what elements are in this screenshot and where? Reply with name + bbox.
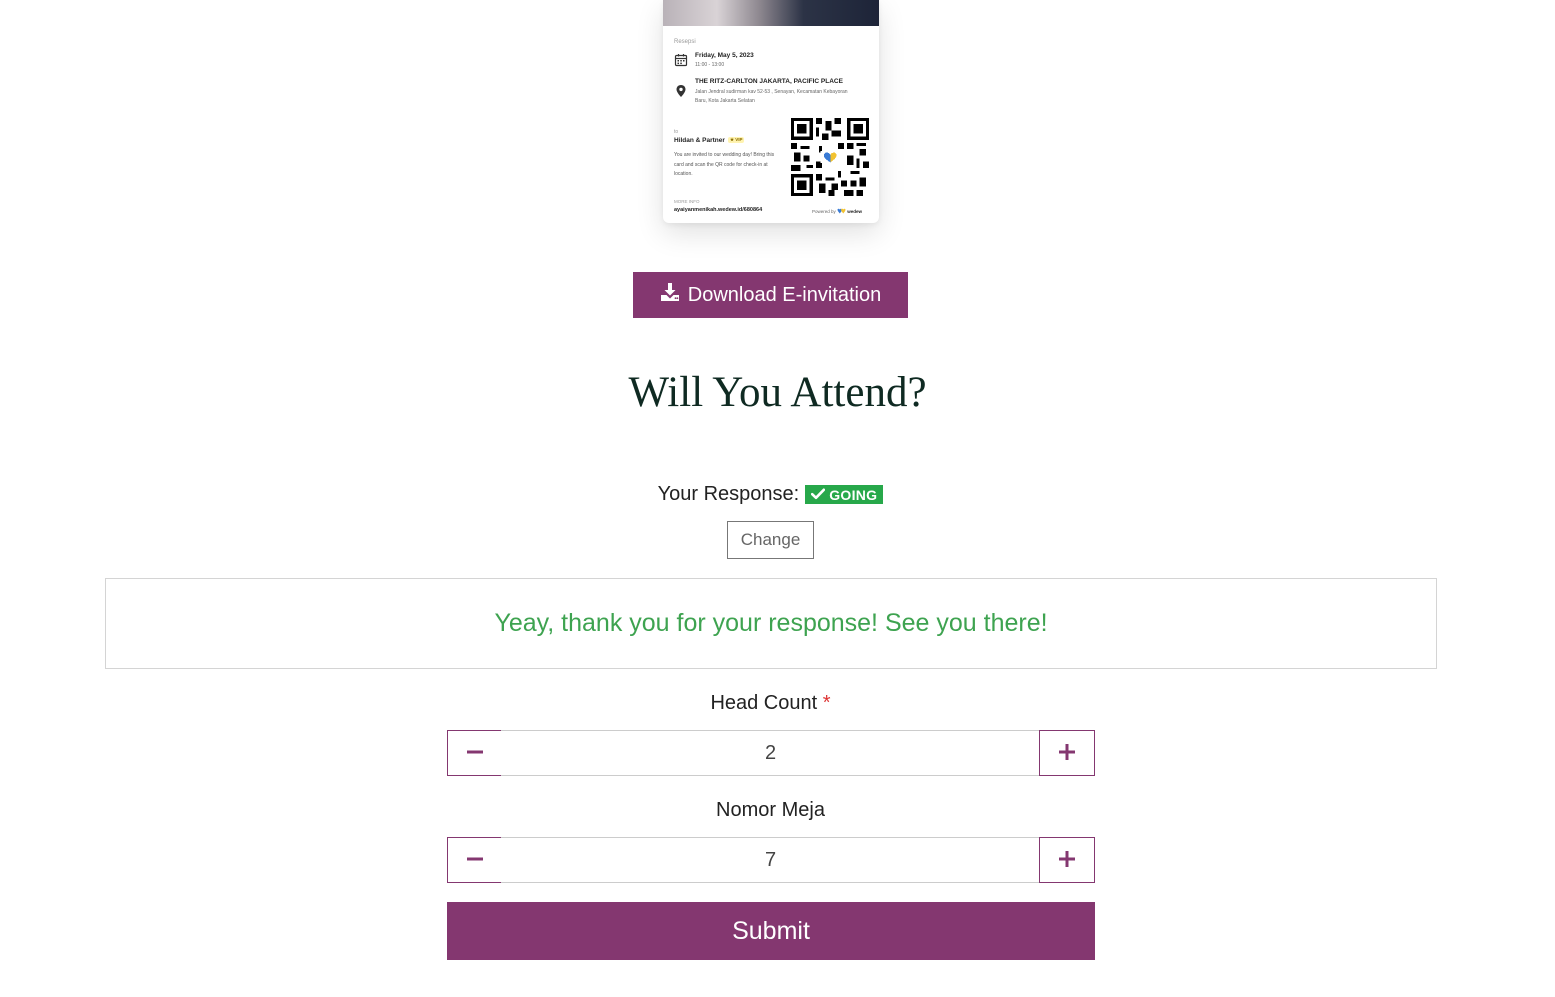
download-button-label: Download E-invitation: [687, 283, 882, 306]
table-number-label-text: Nomor Meja: [716, 799, 825, 821]
vip-badge: ★ VIP: [727, 137, 745, 143]
brand-name: wedew: [847, 209, 863, 214]
invitation-message: You are invited to our wedding day! Brin…: [674, 152, 775, 177]
check-icon: [811, 487, 826, 503]
table-number-label: Nomor Meja: [0, 799, 1541, 822]
download-icon: [660, 282, 680, 308]
guest-name: Hildan & Partner ★ VIP: [674, 137, 745, 144]
head-count-decrement-button[interactable]: [447, 730, 503, 776]
head-count-input[interactable]: [501, 730, 1040, 776]
download-e-invitation-button[interactable]: Download E-invitation: [633, 272, 908, 318]
to-label: to: [674, 129, 679, 135]
calendar-icon: [674, 53, 688, 67]
event-time: 11:00 - 13:00: [695, 62, 725, 68]
couple-photo: [663, 0, 879, 26]
wedew-logo-icon: [837, 208, 846, 214]
guest-name-text: Hildan & Partner: [674, 137, 725, 144]
powered-by-text: Powered by: [812, 209, 836, 214]
qr-code: [791, 118, 869, 196]
thank-you-alert: Yeay, thank you for your response! See y…: [105, 578, 1437, 669]
plus-icon: [1058, 743, 1076, 764]
venue-address: Jalan Jendral sudirman kav 52-53 , Senay…: [695, 89, 848, 104]
minus-icon: [466, 743, 484, 764]
powered-by: Powered by wedew: [812, 208, 862, 214]
more-info-label: MORE INFO: [674, 199, 700, 204]
table-number-decrement-button[interactable]: [447, 837, 503, 883]
page-title: Will You Attend?: [628, 369, 927, 416]
event-date: Friday, May 5, 2023: [695, 52, 754, 59]
table-number-increment-button[interactable]: [1039, 837, 1095, 883]
status-badge: GOING: [805, 485, 884, 504]
head-count-increment-button[interactable]: [1039, 730, 1095, 776]
thank-you-message: Yeay, thank you for your response! See y…: [494, 609, 1048, 637]
response-label: Your Response:: [657, 483, 800, 505]
table-number-input[interactable]: [501, 837, 1040, 883]
required-marker: *: [822, 692, 831, 714]
location-pin-icon: [674, 84, 688, 98]
venue-name: THE RITZ-CARLTON JAKARTA, PACIFIC PLACE: [695, 78, 843, 85]
event-label: Resepsi: [674, 39, 696, 45]
minus-icon: [466, 850, 484, 871]
head-count-label: Head Count *: [0, 692, 1541, 715]
submit-button[interactable]: Submit: [447, 902, 1095, 960]
e-invitation-card: Resepsi Friday, May 5, 2023 11:00 - 13:0…: [663, 0, 879, 223]
plus-icon: [1058, 850, 1076, 871]
change-response-button[interactable]: Change: [727, 521, 814, 559]
invitation-link: ayaiyanmenikah.wedew.id/680864: [674, 207, 763, 213]
status-text: GOING: [829, 486, 878, 503]
response-line: Your Response: GOING: [0, 483, 1541, 506]
head-count-label-text: Head Count: [710, 692, 818, 714]
